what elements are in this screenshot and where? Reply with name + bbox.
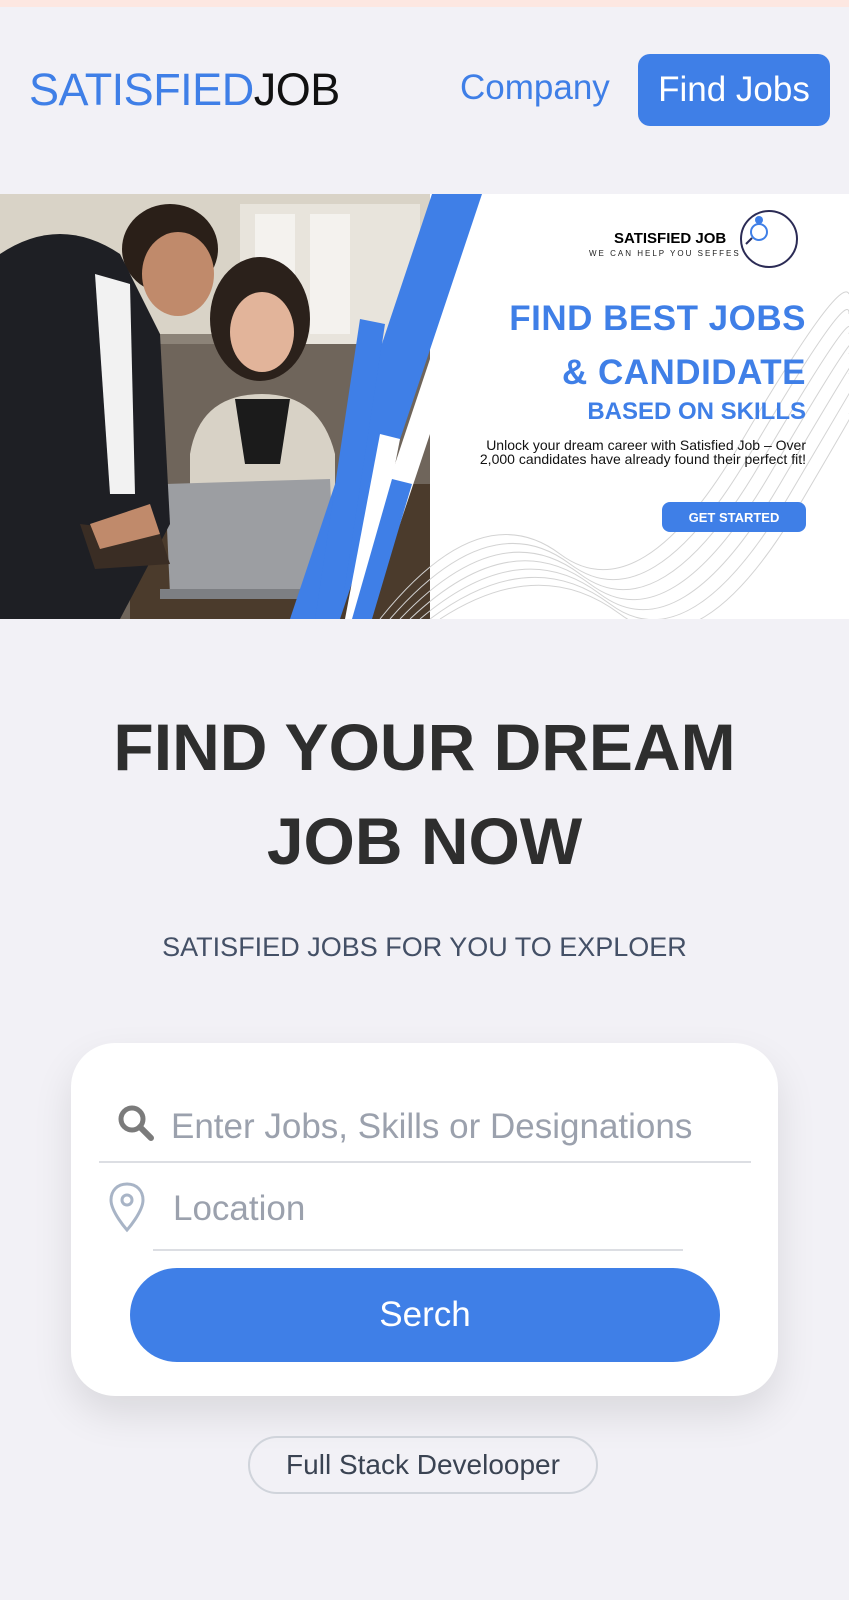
site-logo[interactable]: SATISFIEDJOB (29, 64, 340, 116)
keyword-field (99, 1091, 751, 1163)
page-title-line1: FIND YOUR DREAM (113, 710, 736, 784)
logo-part-job: JOB (253, 64, 341, 115)
suggestion-chip[interactable]: Full Stack Develooper (248, 1436, 598, 1494)
banner-brand: SATISFIED JOB (614, 230, 727, 247)
banner-tagline: WE CAN HELP YOU SEFFES (589, 249, 741, 258)
keyword-input[interactable] (169, 1101, 743, 1153)
get-started-button[interactable]: GET STARTED (662, 502, 806, 532)
banner-headline: FIND BEST JOBS & CANDIDATE (509, 292, 806, 400)
banner-description: Unlock your dream career with Satisfied … (479, 437, 806, 467)
location-input[interactable] (171, 1183, 675, 1235)
search-card: Serch (71, 1043, 778, 1396)
search-button[interactable]: Serch (130, 1268, 720, 1362)
search-icon (118, 1105, 154, 1141)
location-underline (153, 1249, 683, 1251)
logo-part-satisfied: SATISFIED (29, 64, 254, 115)
page-subtitle: SATISFIED JOBS FOR YOU TO EXPLOER (162, 932, 687, 962)
page-title-line2: JOB NOW (266, 804, 583, 878)
find-jobs-button[interactable]: Find Jobs (638, 54, 830, 126)
header: SATISFIEDJOB Company Find Jobs (0, 50, 849, 130)
banner-subheadline: BASED ON SKILLS (587, 398, 806, 425)
banner-headline-line1: FIND BEST JOBS (509, 299, 806, 338)
location-field (99, 1171, 751, 1251)
location-pin-icon (109, 1182, 145, 1233)
nav-company-link[interactable]: Company (460, 68, 610, 108)
banner-logo (740, 210, 798, 268)
top-accent-line (0, 0, 849, 7)
person-search-icon (745, 216, 768, 245)
page-title: FIND YOUR DREAM JOB NOW (0, 700, 849, 888)
hero-banner[interactable]: SATISFIED JOB WE CAN HELP YOU SEFFES FIN… (0, 194, 849, 619)
banner-headline-line2: & CANDIDATE (561, 353, 806, 392)
